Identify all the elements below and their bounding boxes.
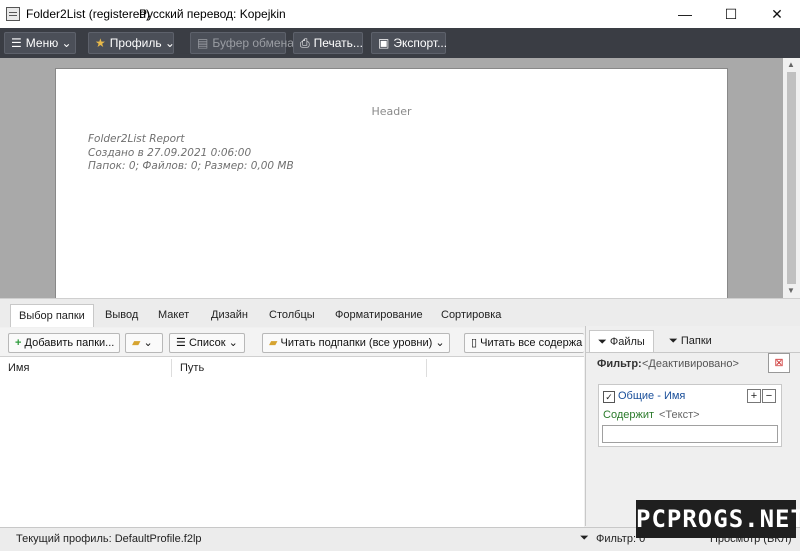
page-header: Header [371,105,412,118]
rule-title: Общие - Имя [618,390,686,402]
tab-files[interactable]: ⏷ Файлы [589,330,654,353]
document-icon: ▯ [471,337,478,349]
tab-sorting[interactable]: Сортировка [433,304,509,326]
main-toolbar: ☰ Меню ⌄ ★ Профиль ⌄ ▤ Буфер обмена ⎙ Печать… [0,28,800,58]
window-subtitle: Русский перевод: Kopejkin [139,7,286,21]
plus-icon: + [15,337,22,349]
menu-button[interactable]: ☰ Меню ⌄ [4,32,76,54]
save-icon: ▣ [378,36,390,50]
profile-button[interactable]: ★ Профиль ⌄ [88,32,175,54]
filter-status: <Деактивировано> [642,358,739,370]
tab-folders-label: Папки [680,335,712,347]
filter-rule-box: ✓ Общие - Имя + − Содержит <Текст> [598,384,782,447]
tab-files-label: Файлы [609,336,645,348]
maximize-button[interactable]: ☐ [708,0,754,28]
settings-tabs: Выбор папки Вывод Макет Дизайн Столбцы Ф… [0,298,800,327]
read-subfolders-dropdown[interactable]: ▰ Читать подпапки (все уровни) ⌄ [262,333,450,353]
tab-columns[interactable]: Столбцы [261,304,323,326]
tab-design[interactable]: Дизайн [203,304,256,326]
clear-filter-icon: ⊠ [774,357,784,369]
column-header-path[interactable]: Путь [172,359,427,377]
tab-folder-select[interactable]: Выбор папки [10,304,94,327]
preview-scrollbar[interactable]: ▲ ▼ [783,58,800,298]
list-label: Список [188,337,226,349]
minimize-button[interactable]: — [662,0,708,28]
current-profile: Текущий профиль: DefaultProfile.f2lp [16,533,202,545]
watermark: PCPROGS.NET [636,500,800,538]
print-button[interactable]: ⎙ Печать... [293,32,363,54]
clear-filter-button[interactable]: ⊠ [768,353,790,373]
tab-formatting[interactable]: Форматирование [327,304,431,326]
scroll-down-icon[interactable]: ▼ [787,286,795,295]
folder-icon: ▰ [269,337,278,349]
chevron-down-icon: ⌄ [228,337,238,349]
chevron-down-icon: ⌄ [164,36,175,50]
folder-options-button[interactable]: ▰ ⌄ [125,333,163,353]
chevron-down-icon: ⌄ [61,36,72,50]
scrollbar-thumb[interactable] [787,72,796,284]
list-icon: ☰ [176,337,186,349]
tab-folders[interactable]: ⏷ Папки [661,330,720,352]
add-folder-label: Добавить папки... [24,337,115,349]
print-label: Печать... [313,36,363,50]
filter-icon: ⏷ [669,335,678,347]
report-created: Создано в 27.09.2021 0:06:00 [88,147,252,159]
filter-icon: ⏷ [580,532,589,544]
printer-icon: ⎙ [300,36,310,50]
folder-icon: ▰ [132,337,141,349]
filter-label: Фильтр: [597,358,642,370]
rule-value-input[interactable] [602,425,778,443]
read-all-label: Читать все содержа [480,337,583,349]
chevron-down-icon: ⌄ [143,337,153,349]
clipboard-button[interactable]: ▤ Буфер обмена [190,32,294,54]
close-button[interactable]: ✕ [754,0,800,28]
window-title: Folder2List (registered) [26,7,151,21]
chevron-down-icon: ⌄ [435,337,445,349]
folder-toolbar: + Добавить папки... ▰ ⌄ ☰ Список ⌄ ▰ Чит… [0,328,584,358]
clipboard-label: Буфер обмена [212,36,294,50]
profile-label: Профиль [109,36,162,50]
clipboard-icon: ▤ [197,36,209,50]
preview-page: Header Folder2List Report Создано в 27.0… [55,68,728,300]
folder-table[interactable]: Имя Путь [0,356,584,527]
title-bar: Folder2List (registered) Русский перевод… [0,0,800,28]
rule-value-hint: <Текст> [659,409,700,421]
add-rule-button[interactable]: + [747,389,761,403]
read-subfolders-label: Читать подпапки (все уровни) [280,337,433,349]
report-title: Folder2List Report [88,133,185,145]
star-icon: ★ [95,36,106,50]
tab-layout[interactable]: Макет [150,304,197,326]
add-folder-button[interactable]: + Добавить папки... [8,333,120,353]
rule-checkbox[interactable]: ✓ [603,391,615,403]
filter-icon: ⏷ [598,336,607,348]
app-icon [6,7,20,21]
read-all-button[interactable]: ▯ Читать все содержа [464,333,584,353]
export-button[interactable]: ▣ Экспорт... [371,32,448,54]
menu-label: Меню [25,36,59,50]
list-view-button[interactable]: ☰ Список ⌄ [169,333,245,353]
tab-output[interactable]: Вывод [97,304,146,326]
column-header-name[interactable]: Имя [0,359,172,377]
scroll-up-icon[interactable]: ▲ [787,60,795,69]
export-label: Экспорт... [393,36,448,50]
report-stats: Папок: 0; Файлов: 0; Размер: 0,00 MB [88,160,294,172]
remove-rule-button[interactable]: − [762,389,776,403]
rule-operator[interactable]: Содержит [603,409,654,421]
hamburger-icon: ☰ [11,36,22,50]
